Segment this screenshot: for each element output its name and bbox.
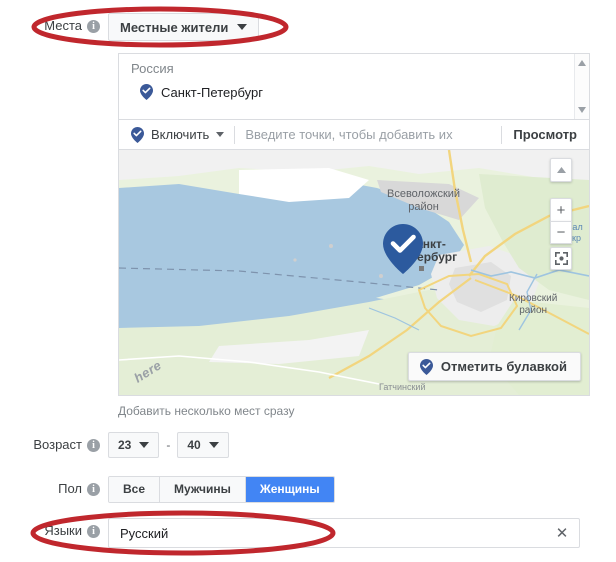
location-list-item[interactable]: Санкт-Петербург <box>119 76 589 100</box>
points-input[interactable] <box>235 120 502 149</box>
age-min-dropdown[interactable]: 23 <box>108 432 160 458</box>
age-min-value: 23 <box>118 438 132 452</box>
drop-pin-button[interactable]: Отметить булавкой <box>407 352 581 381</box>
fullscreen-glyph <box>554 252 568 265</box>
places-label: Места i <box>0 13 108 39</box>
map-zoom-out-button[interactable]: − <box>550 221 572 244</box>
close-icon[interactable]: ✕ <box>545 524 579 542</box>
languages-row: Языки i ✕ <box>0 518 580 548</box>
info-icon[interactable]: i <box>87 19 100 33</box>
languages-label: Языки i <box>0 518 108 544</box>
chevron-down-icon <box>208 442 219 448</box>
places-row: Места i Местные жители <box>0 13 260 41</box>
gender-option-all[interactable]: Все <box>109 477 161 502</box>
location-country-header: Россия <box>131 61 174 76</box>
age-max-dropdown[interactable]: 40 <box>177 432 229 458</box>
location-panel: Россия Санкт-Петербург Включить Просмотр <box>118 53 590 396</box>
age-label: Возраст i <box>0 432 108 458</box>
map-zoom-in-label: + <box>556 201 566 219</box>
gender-option-women[interactable]: Женщины <box>245 477 334 502</box>
map-view[interactable]: Всеволожский район Санкт- Петербург Киро… <box>119 150 589 395</box>
gender-segmented-control: Все Мужчины Женщины <box>108 476 335 503</box>
preview-button[interactable]: Просмотр <box>502 127 589 142</box>
age-max-value: 40 <box>187 438 201 452</box>
places-label-text: Места <box>44 18 82 33</box>
languages-label-text: Языки <box>44 523 82 538</box>
map-zoom-in-button[interactable]: + <box>550 198 572 221</box>
compass-up-glyph <box>556 167 566 173</box>
map-pin-check-icon <box>140 84 153 100</box>
places-type-dropdown[interactable]: Местные жители <box>108 13 260 41</box>
age-row: Возраст i 23 - 40 <box>0 432 229 458</box>
info-icon[interactable]: i <box>87 524 100 538</box>
compass-up-icon[interactable] <box>550 158 572 182</box>
map-marker-check-icon[interactable] <box>383 224 423 274</box>
include-dropdown[interactable]: Включить <box>119 126 234 143</box>
languages-field[interactable]: ✕ <box>108 518 580 548</box>
scroll-up-arrow-icon[interactable] <box>578 60 586 66</box>
chevron-down-icon <box>216 132 225 137</box>
age-label-text: Возраст <box>33 437 82 452</box>
gender-label: Пол i <box>0 476 108 502</box>
map-pin-check-icon <box>131 126 144 143</box>
gender-label-text: Пол <box>58 481 82 496</box>
info-icon[interactable]: i <box>87 482 100 496</box>
fullscreen-icon[interactable] <box>550 247 572 270</box>
chevron-down-icon <box>139 442 150 448</box>
scroll-down-arrow-icon[interactable] <box>578 107 586 113</box>
location-list: Россия Санкт-Петербург <box>119 54 589 120</box>
map-pin-check-icon <box>419 358 433 375</box>
map-zoom-out-label: − <box>556 224 566 241</box>
info-icon[interactable]: i <box>87 438 100 452</box>
location-toolbar: Включить Просмотр <box>119 120 589 150</box>
add-multiple-places-link[interactable]: Добавить несколько мест сразу <box>118 404 294 418</box>
age-range-separator: - <box>166 438 171 452</box>
places-type-value: Местные жители <box>120 19 229 35</box>
include-dropdown-label: Включить <box>151 127 210 142</box>
location-list-scrollbar[interactable] <box>574 54 589 119</box>
gender-option-men[interactable]: Мужчины <box>160 477 246 502</box>
drop-pin-button-label: Отметить булавкой <box>440 359 567 374</box>
gender-row: Пол i Все Мужчины Женщины <box>0 476 335 503</box>
languages-input[interactable] <box>109 525 545 541</box>
location-list-item-label: Санкт-Петербург <box>161 84 263 100</box>
chevron-down-icon <box>237 24 248 30</box>
